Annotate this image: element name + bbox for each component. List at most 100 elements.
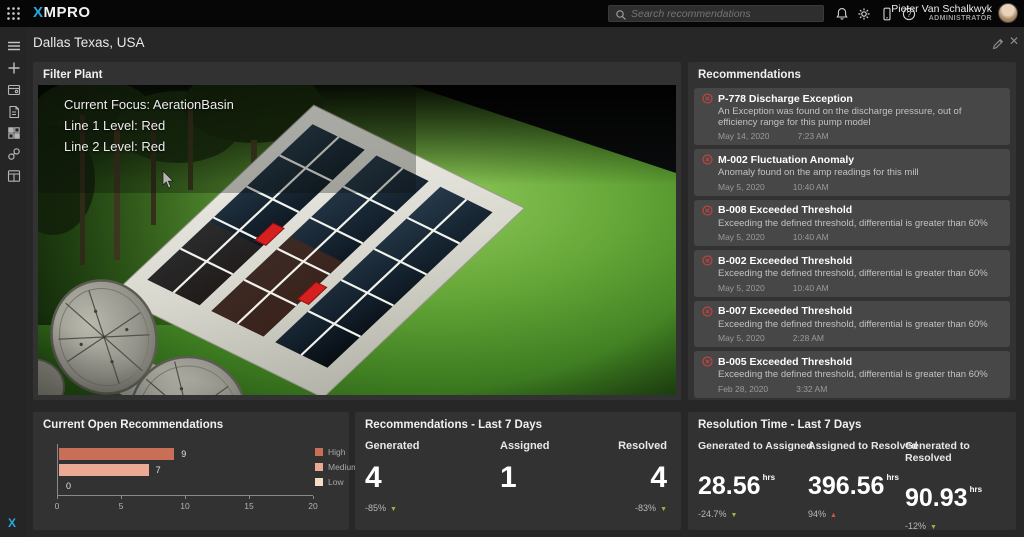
kpi-metric: Assigned 1 (500, 440, 550, 513)
search-box (608, 5, 824, 22)
recommendations-list: P-778 Discharge Exception An Exception w… (694, 88, 1010, 400)
scene-status-overlay: Current Focus: AerationBasin Line 1 Leve… (64, 94, 234, 157)
panel-title: Recommendations - Last 7 Days (365, 419, 542, 431)
legend-label: Medium (328, 462, 358, 472)
x-axis: 05101520 (57, 498, 313, 510)
recommendation-description: Exceeding the defined threshold, differe… (718, 219, 1002, 230)
bar-chart-plot: 9 7 0 (57, 444, 313, 496)
user-menu[interactable]: Pieter Van Schalkwyk ADMINISTRATOR (891, 3, 992, 22)
x-tick-label: 5 (119, 501, 124, 511)
resolution-time-panel: Resolution Time - Last 7 Days Generated … (688, 412, 1016, 530)
recommendation-title: B-002 Exceeded Threshold (718, 255, 852, 267)
recommendation-card[interactable]: B-005 Exceeded Threshold Exceeding the d… (694, 351, 1010, 398)
search-icon (615, 9, 627, 21)
close-icon[interactable]: ✕ (1009, 35, 1019, 47)
recommendation-card[interactable]: B-008 Exceeded Threshold Exceeding the d… (694, 200, 1010, 247)
legend-item-high[interactable]: High (315, 447, 358, 457)
recommendation-title: B-007 Exceeded Threshold (718, 305, 852, 317)
current-focus-label: Current Focus: AerationBasin (64, 94, 234, 115)
error-circle-icon (702, 205, 713, 216)
recommendation-date: May 5, 2020 (718, 183, 765, 192)
trend-arrow-icon: ▲ (830, 512, 837, 519)
kpi-unit: hrs (763, 473, 775, 482)
x-tick-label: 0 (55, 501, 60, 511)
kpi-unit: hrs (970, 485, 982, 494)
bar-medium (59, 464, 149, 476)
legend-label: High (328, 447, 345, 457)
recommendation-card[interactable]: B-007 Exceeded Threshold Exceeding the d… (694, 301, 1010, 348)
link-icon[interactable] (7, 147, 21, 161)
bar-value-label: 7 (156, 465, 161, 475)
recommendation-meta: Feb 28, 2020 3:32 AM (718, 385, 1002, 394)
kpi-delta: -85%▼ (365, 503, 419, 513)
legend-swatch (315, 478, 323, 486)
settings-gear-icon[interactable] (857, 7, 871, 21)
kpi-label: Generated to Assigned (698, 440, 813, 452)
avatar[interactable] (998, 3, 1018, 23)
error-circle-icon (702, 306, 713, 317)
trend-arrow-icon: ▼ (390, 506, 397, 513)
recommendation-date: Feb 28, 2020 (718, 385, 768, 394)
recommendation-card[interactable]: P-778 Discharge Exception An Exception w… (694, 88, 1010, 145)
recommendations-panel: Recommendations P-778 Discharge Exceptio… (688, 62, 1016, 400)
dashboards-icon[interactable] (7, 83, 21, 97)
bar-value-label: 0 (66, 481, 71, 491)
page-title: Dallas Texas, USA (33, 35, 145, 50)
recommendation-time: 10:40 AM (793, 183, 829, 192)
chart-title: Current Open Recommendations (43, 419, 223, 431)
kpi-value: 4 (618, 462, 667, 494)
notifications-bell-icon[interactable] (835, 7, 849, 21)
recommendation-meta: May 5, 2020 10:40 AM (718, 233, 1002, 242)
menu-icon[interactable] (7, 39, 21, 53)
kpi-value: 28.56hrs (698, 464, 813, 500)
top-bar: XMPRO ? Pieter Van Schalkwyk ADMINISTRAT… (0, 0, 1024, 27)
recommendation-time: 10:40 AM (793, 233, 829, 242)
panel-title: Filter Plant (43, 69, 102, 81)
kpi-metric: Assigned to Resolved 396.56hrs 94%▲ (808, 440, 918, 519)
kpi-metric: Generated to Assigned 28.56hrs -24.7%▼ (698, 440, 813, 519)
xmpro-mark-icon[interactable]: X (8, 516, 16, 530)
kpi-value: 396.56hrs (808, 464, 918, 500)
recommendation-description: Exceeding the defined threshold, differe… (718, 320, 1002, 331)
recommendation-date: May 5, 2020 (718, 334, 765, 343)
recommendation-time: 2:28 AM (793, 334, 824, 343)
kpi-delta: -24.7%▼ (698, 509, 813, 519)
blocks-icon[interactable] (7, 126, 21, 140)
recommendation-title: P-778 Discharge Exception (718, 93, 853, 105)
add-icon[interactable] (7, 61, 21, 75)
kpi-value: 1 (500, 462, 550, 494)
x-tick-label: 10 (180, 501, 189, 511)
recommendation-date: May 5, 2020 (718, 284, 765, 293)
error-circle-icon (702, 356, 713, 367)
panel-title: Recommendations (698, 69, 801, 81)
edit-pencil-icon[interactable] (992, 37, 1004, 55)
user-role: ADMINISTRATOR (891, 15, 992, 22)
kpi-label: Generated (365, 440, 419, 452)
kpi-value: 90.93hrs (905, 476, 1016, 512)
legend-item-medium[interactable]: Medium (315, 462, 358, 472)
error-circle-icon (702, 255, 713, 266)
app-launcher-icon[interactable] (6, 6, 21, 21)
recommendation-description: Anomaly found on the amp readings for th… (718, 168, 1002, 179)
recommendation-time: 7:23 AM (798, 132, 829, 141)
search-input[interactable] (631, 6, 819, 21)
xmpro-logo[interactable]: XMPRO (33, 4, 91, 21)
legend-swatch (315, 448, 323, 456)
recommendation-title: B-005 Exceeded Threshold (718, 356, 852, 368)
3d-scene-viewport[interactable]: Current Focus: AerationBasin Line 1 Leve… (38, 85, 676, 395)
legend-item-low[interactable]: Low (315, 477, 358, 487)
data-table-icon[interactable] (7, 169, 21, 183)
recommendation-date: May 5, 2020 (718, 233, 765, 242)
recommendation-card[interactable]: M-002 Fluctuation Anomaly Anomaly found … (694, 149, 1010, 196)
recommendation-card[interactable]: B-002 Exceeded Threshold Exceeding the d… (694, 250, 1010, 297)
pages-icon[interactable] (7, 105, 21, 119)
x-tick-label: 20 (308, 501, 317, 511)
bar-value-label: 9 (181, 449, 186, 459)
kpi-metric: Generated 4 -85%▼ (365, 440, 419, 513)
trend-arrow-icon: ▼ (660, 506, 667, 513)
kpi-metric: Resolved 4 -83%▼ (618, 440, 667, 513)
recommendation-meta: May 5, 2020 10:40 AM (718, 183, 1002, 192)
kpi-label: Resolved (618, 440, 667, 452)
panel-title: Resolution Time - Last 7 Days (698, 419, 861, 431)
kpi-delta: -83%▼ (618, 503, 667, 513)
